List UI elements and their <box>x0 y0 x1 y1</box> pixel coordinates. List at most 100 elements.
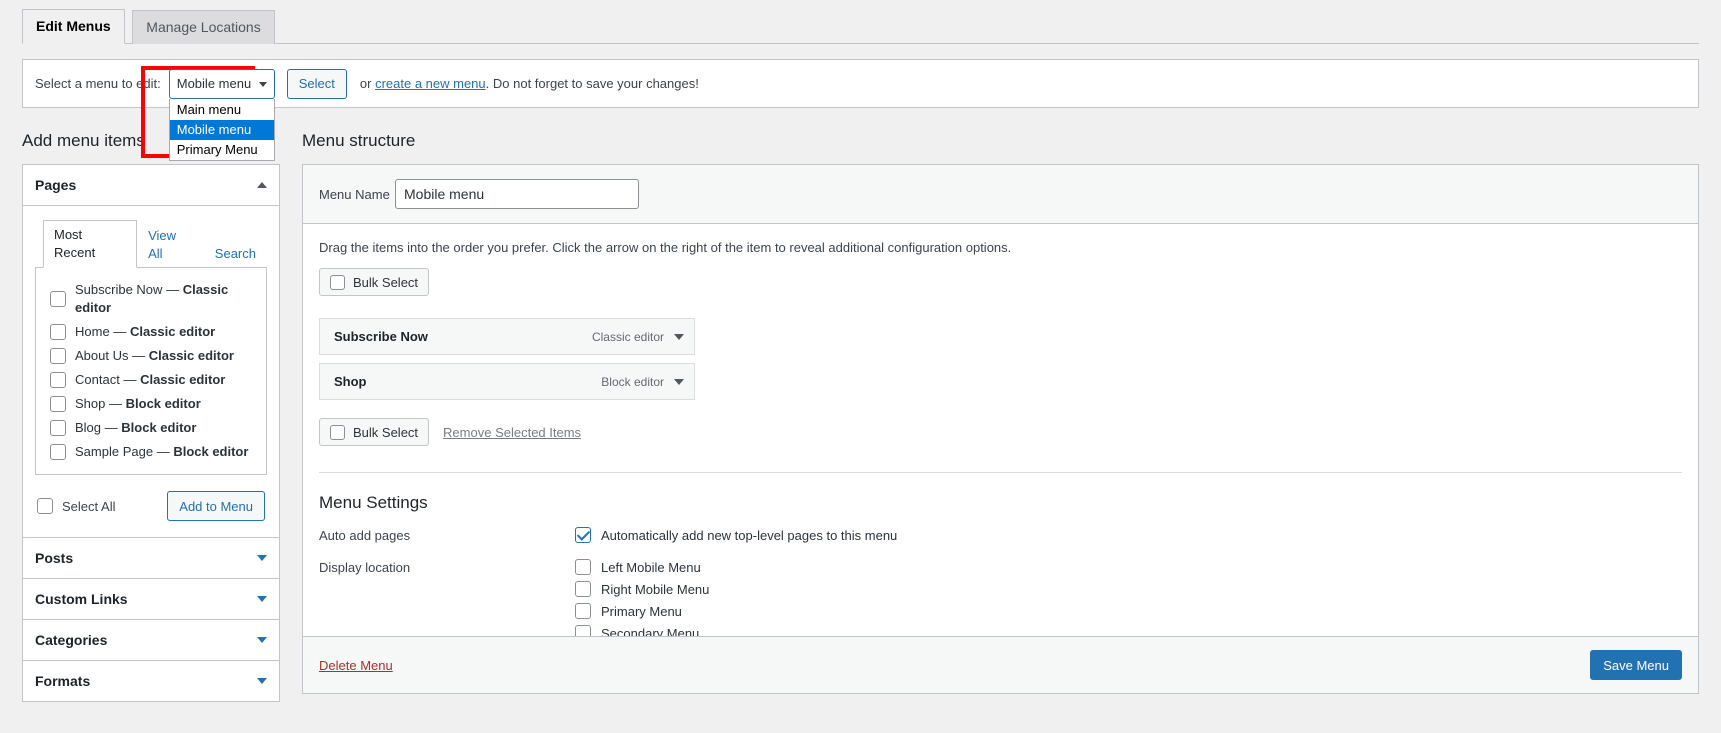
display-location-field: Left Mobile Menu Right Mobile Menu Prima… <box>575 559 1682 637</box>
location-label: Left Mobile Menu <box>601 559 701 575</box>
location-checkbox[interactable] <box>575 625 591 637</box>
page-name: About Us <box>75 348 129 364</box>
accordion-header-formats[interactable]: Formats <box>23 660 279 702</box>
location-checkbox[interactable] <box>575 603 591 620</box>
tab-edit-menus-label: Edit Menus <box>36 18 111 34</box>
menu-option-mobile-menu[interactable]: Mobile menu <box>169 119 274 140</box>
create-a-new-menu-link[interactable]: create a new menu <box>375 76 486 91</box>
page-list-item[interactable]: Shop — Block editor <box>50 392 252 416</box>
menu-structure-panel: Menu Name Drag the items into the order … <box>302 164 1699 695</box>
page-checkbox[interactable] <box>50 372 66 389</box>
chevron-up-icon <box>257 182 267 189</box>
location-option-secondary-menu[interactable]: Secondary Menu <box>575 625 1682 637</box>
page-label: Blog — Block editor <box>75 419 196 437</box>
page-checkbox[interactable] <box>50 291 66 308</box>
tab-manage-locations[interactable]: Manage Locations <box>132 10 275 45</box>
accordion-header-custom-links[interactable]: Custom Links <box>23 578 279 620</box>
chevron-down-icon <box>257 637 267 644</box>
bulk-select-checkbox-bottom[interactable] <box>330 424 345 440</box>
page-list-item[interactable]: Subscribe Now — Classic editor <box>50 278 252 320</box>
menu-item-type: Classic editor <box>591 329 664 344</box>
bulk-select-label-top: Bulk Select <box>353 274 419 290</box>
accordion-title-posts: Posts <box>35 550 74 567</box>
page-name: Shop <box>75 396 106 412</box>
auto-add-pages-option[interactable]: Automatically add new top-level pages to… <box>575 527 1682 544</box>
page-label: Sample Page — Block editor <box>75 443 248 461</box>
select-all-checkbox[interactable] <box>37 498 53 515</box>
menu-item-row[interactable]: Shop Block editor <box>319 363 695 401</box>
add-menu-items-panel: Pages Most Recent View All Search Subscr… <box>22 164 280 703</box>
chevron-down-icon <box>258 81 267 87</box>
accordion-header-pages[interactable]: Pages <box>23 165 279 207</box>
pages-list: Subscribe Now — Classic editor Home — Cl… <box>35 268 267 476</box>
add-to-menu-button[interactable]: Add to Menu <box>167 491 265 522</box>
drag-help-text: Drag the items into the order you prefer… <box>319 240 1012 256</box>
menu-option-label: Main menu <box>176 101 242 117</box>
accordion-title-formats: Formats <box>35 673 91 690</box>
menu-select-value: Mobile menu <box>176 76 252 91</box>
pages-tab-label: View All <box>148 228 177 262</box>
menu-item-expand-toggle[interactable] <box>664 378 694 385</box>
location-checkbox[interactable] <box>575 581 591 598</box>
tab-bar: Edit Menus Manage Locations <box>0 0 1721 45</box>
menu-option-main-menu[interactable]: Main menu <box>170 100 274 120</box>
auto-add-pages-option-label: Automatically add new top-level pages to… <box>601 527 898 543</box>
pages-tab-search[interactable]: Search <box>204 239 267 268</box>
menu-item-row[interactable]: Subscribe Now Classic editor <box>319 318 695 356</box>
bulk-select-button-bottom[interactable]: Bulk Select <box>319 418 430 447</box>
select-button[interactable]: Select <box>286 68 347 99</box>
page-name: Subscribe Now <box>75 282 163 298</box>
page-list-item[interactable]: Contact — Classic editor <box>50 368 252 392</box>
auto-add-pages-checkbox[interactable] <box>575 527 591 544</box>
location-option-primary-menu[interactable]: Primary Menu <box>575 603 1682 620</box>
accordion-header-posts[interactable]: Posts <box>23 537 279 579</box>
pages-tabs: Most Recent View All Search <box>35 220 267 269</box>
tab-edit-menus[interactable]: Edit Menus <box>22 9 125 45</box>
pages-actions-row: Select All Add to Menu <box>35 475 267 525</box>
menu-structure-column: Menu structure Menu Name Drag the items … <box>302 120 1699 695</box>
menu-option-label: Primary Menu <box>176 141 258 157</box>
page-checkbox[interactable] <box>50 420 66 437</box>
remove-selected-items-link[interactable]: Remove Selected Items <box>443 425 581 440</box>
page-dash: — <box>123 372 137 388</box>
menu-structure-footer: Delete Menu Save Menu <box>303 636 1698 694</box>
menu-select-dropdown[interactable]: Mobile menu <box>168 68 275 99</box>
save-menu-button[interactable]: Save Menu <box>1590 650 1682 681</box>
accordion-header-categories[interactable]: Categories <box>23 619 279 661</box>
page-checkbox[interactable] <box>50 444 66 461</box>
page-list-item[interactable]: Home — Classic editor <box>50 320 252 344</box>
delete-menu-link[interactable]: Delete Menu <box>319 658 393 673</box>
page-editor: Classic editor <box>140 372 226 388</box>
page-checkbox[interactable] <box>50 324 66 341</box>
bulk-select-label-bottom: Bulk Select <box>353 424 419 440</box>
chevron-down-icon <box>674 378 684 385</box>
menu-option-label: Mobile menu <box>176 121 252 137</box>
bulk-select-button-top[interactable]: Bulk Select <box>319 268 430 297</box>
pages-tab-most-recent[interactable]: Most Recent <box>43 220 138 269</box>
page-label: Home — Classic editor <box>75 323 215 341</box>
select-all-label: Select All <box>62 498 116 514</box>
page-list-item[interactable]: Blog — Block editor <box>50 416 252 440</box>
menu-item-meta: Classic editor <box>592 330 694 344</box>
pages-tab-label: Search <box>214 246 256 262</box>
page-list-item[interactable]: Sample Page — Block editor <box>50 440 252 464</box>
pages-tab-view-all[interactable]: View All <box>137 221 204 268</box>
select-all-control[interactable]: Select All <box>37 498 116 515</box>
page-list-item[interactable]: About Us — Classic editor <box>50 344 252 368</box>
menu-item-expand-toggle[interactable] <box>664 333 694 340</box>
chevron-down-icon <box>257 678 267 685</box>
page-checkbox[interactable] <box>50 348 66 365</box>
location-checkbox[interactable] <box>575 559 591 576</box>
location-option-right-mobile-menu[interactable]: Right Mobile Menu <box>575 581 1682 598</box>
auto-add-pages-field: Automatically add new top-level pages to… <box>575 527 1682 549</box>
location-option-left-mobile-menu[interactable]: Left Mobile Menu <box>575 559 1682 576</box>
content-columns: Add menu items Pages Most Recent View Al… <box>22 108 1699 703</box>
menu-name-input[interactable] <box>395 179 639 210</box>
bulk-select-checkbox-top[interactable] <box>330 274 345 290</box>
menu-option-primary-menu[interactable]: Primary Menu <box>170 140 274 160</box>
page-checkbox[interactable] <box>50 396 66 413</box>
page-label: About Us — Classic editor <box>75 347 234 365</box>
page-editor: Classic editor <box>148 348 234 364</box>
page-editor: Block editor <box>121 420 197 436</box>
page-dash: — <box>132 348 146 364</box>
